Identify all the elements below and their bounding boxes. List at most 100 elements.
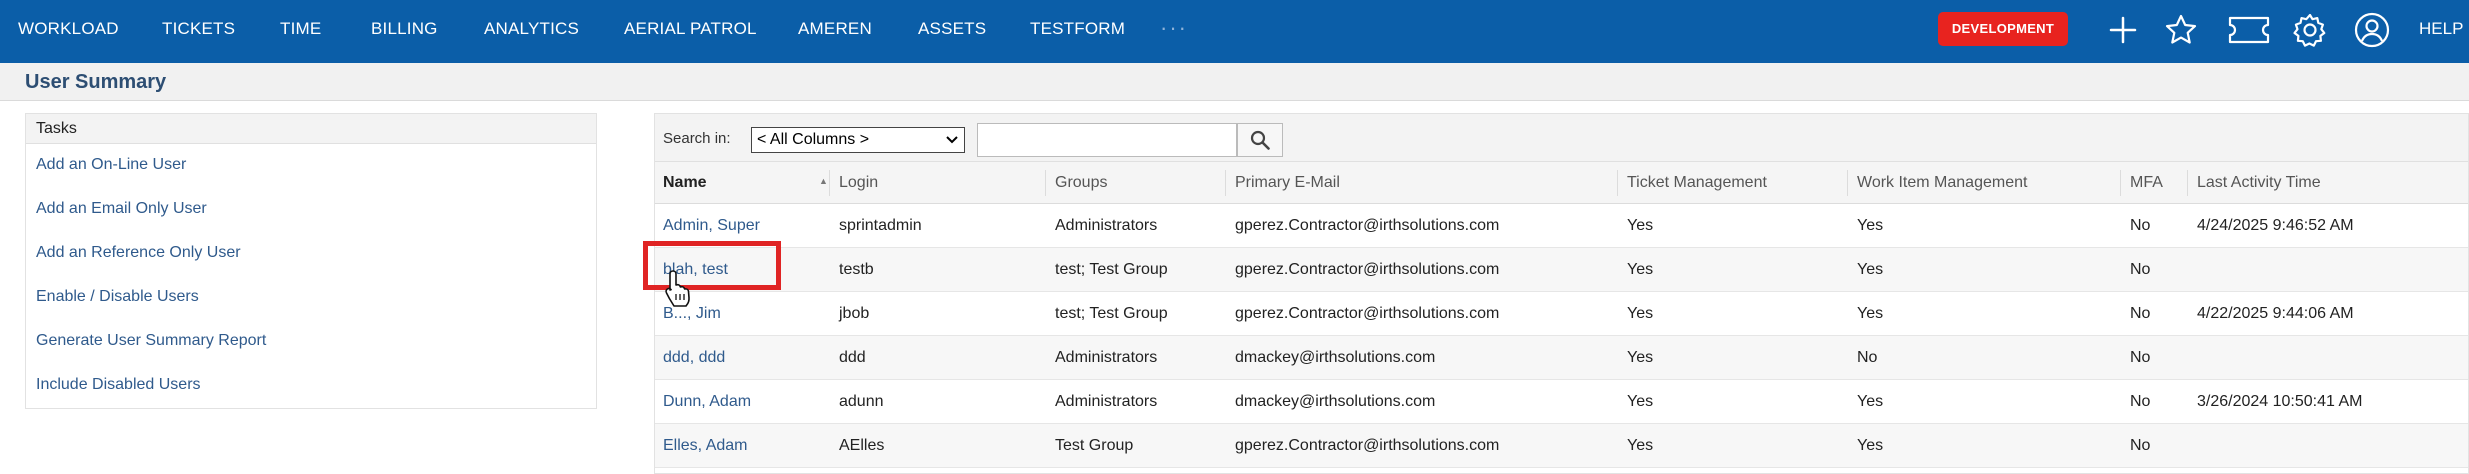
mfa-value: No [2130, 349, 2151, 366]
mfa-value: No [2130, 305, 2151, 322]
user-grid: Search in: < All Columns > Name ▲ Login … [654, 113, 2469, 474]
add-online-user-link[interactable]: Add an On-Line User [36, 156, 186, 174]
user-groups: Administrators [1055, 393, 1158, 410]
ticket-management-value: Yes [1627, 261, 1654, 278]
column-header-name[interactable]: Name [663, 162, 707, 204]
ticket-icon[interactable] [2225, 10, 2273, 50]
column-header-login[interactable]: Login [839, 162, 878, 204]
last-activity-time: 3/26/2024 10:50:41 AM [2197, 393, 2363, 410]
work-item-management-value: Yes [1857, 217, 1884, 234]
user-login: adunn [839, 393, 884, 410]
user-groups: test; Test Group [1055, 261, 1168, 278]
tasks-panel: Tasks Add an On-Line User Add an Email O… [25, 113, 597, 409]
hand-cursor-icon [665, 270, 690, 307]
enable-disable-users-link[interactable]: Enable / Disable Users [36, 288, 199, 306]
column-header-last-activity-time[interactable]: Last Activity Time [2197, 162, 2321, 204]
generate-user-summary-report-link[interactable]: Generate User Summary Report [36, 332, 266, 350]
sort-ascending-icon: ▲ [819, 176, 828, 186]
user-name-link[interactable]: Elles, Adam [663, 424, 747, 468]
mfa-value: No [2130, 261, 2151, 278]
work-item-management-value: Yes [1857, 393, 1884, 410]
include-disabled-users-link[interactable]: Include Disabled Users [36, 376, 201, 394]
top-nav-bar: WORKLOAD TICKETS TIME BILLING ANALYTICS … [0, 0, 2469, 63]
nav-workload[interactable]: WORKLOAD [18, 0, 119, 60]
star-icon[interactable] [2161, 10, 2201, 50]
tasks-heading: Tasks [26, 114, 596, 144]
column-divider [1045, 170, 1046, 196]
user-email: gperez.Contractor@irthsolutions.com [1235, 261, 1500, 278]
table-row[interactable]: Admin, Super sprintadmin Administrators … [655, 204, 2468, 248]
page-title: User Summary [25, 71, 167, 93]
user-login: testb [839, 261, 874, 278]
search-label: Search in: [663, 130, 731, 147]
user-login: AElles [839, 437, 885, 454]
add-reference-only-user-link[interactable]: Add an Reference Only User [36, 244, 241, 262]
nav-more-menu[interactable]: ··· [1160, 0, 1188, 60]
column-divider [1847, 170, 1848, 196]
nav-billing[interactable]: BILLING [371, 0, 438, 60]
search-column-select[interactable]: < All Columns > [751, 127, 965, 153]
user-email: gperez.Contractor@irthsolutions.com [1235, 437, 1500, 454]
nav-analytics[interactable]: ANALYTICS [484, 0, 579, 60]
ticket-management-value: Yes [1627, 217, 1654, 234]
user-groups: Administrators [1055, 217, 1158, 234]
last-activity-time: 4/24/2025 9:46:52 AM [2197, 217, 2354, 234]
user-login: ddd [839, 349, 866, 366]
user-groups: Test Group [1055, 437, 1134, 454]
column-header-work-item-management[interactable]: Work Item Management [1857, 162, 2027, 204]
table-row[interactable]: blah, test testb test; Test Group gperez… [655, 248, 2468, 292]
column-divider [2187, 170, 2188, 196]
user-name-link[interactable]: Dunn, Adam [663, 380, 751, 424]
nav-assets[interactable]: ASSETS [918, 0, 986, 60]
column-divider [1617, 170, 1618, 196]
chevron-down-icon [946, 136, 958, 144]
table-row[interactable]: Dunn, Adam adunn Administrators dmackey@… [655, 380, 2468, 424]
user-groups: Administrators [1055, 349, 1158, 366]
nav-time[interactable]: TIME [280, 0, 321, 60]
ticket-management-value: Yes [1627, 349, 1654, 366]
ticket-management-value: Yes [1627, 393, 1654, 410]
column-header-groups[interactable]: Groups [1055, 162, 1107, 204]
search-column-value: < All Columns > [757, 131, 870, 148]
search-button[interactable] [1237, 123, 1283, 157]
user-email: dmackey@irthsolutions.com [1235, 393, 1436, 410]
column-divider [2120, 170, 2121, 196]
user-email: gperez.Contractor@irthsolutions.com [1235, 305, 1500, 322]
table-header: Name ▲ Login Groups Primary E-Mail Ticke… [655, 162, 2468, 204]
user-name-link[interactable]: ddd, ddd [663, 336, 725, 380]
nav-tickets[interactable]: TICKETS [162, 0, 235, 60]
column-header-mfa[interactable]: MFA [2130, 162, 2163, 204]
mfa-value: No [2130, 393, 2151, 410]
plus-icon[interactable] [2103, 10, 2143, 50]
add-email-only-user-link[interactable]: Add an Email Only User [36, 200, 207, 218]
page-header: User Summary [0, 63, 2469, 101]
mfa-value: No [2130, 217, 2151, 234]
work-item-management-value: No [1857, 349, 1878, 366]
user-groups: test; Test Group [1055, 305, 1168, 322]
column-divider [1225, 170, 1226, 196]
nav-aerial-patrol[interactable]: AERIAL PATROL [624, 0, 757, 60]
table-row[interactable]: B..., Jim jbob test; Test Group gperez.C… [655, 292, 2468, 336]
help-link[interactable]: HELP [2419, 0, 2463, 60]
ticket-management-value: Yes [1627, 437, 1654, 454]
user-login: sprintadmin [839, 217, 922, 234]
column-header-ticket-management[interactable]: Ticket Management [1627, 162, 1767, 204]
ticket-management-value: Yes [1627, 305, 1654, 322]
work-item-management-value: Yes [1857, 305, 1884, 322]
search-icon [1250, 130, 1270, 150]
user-email: dmackey@irthsolutions.com [1235, 349, 1436, 366]
nav-testform[interactable]: TESTFORM [1030, 0, 1125, 60]
search-bar: Search in: < All Columns > [655, 114, 2468, 162]
user-email: gperez.Contractor@irthsolutions.com [1235, 217, 1500, 234]
table-row[interactable]: ddd, ddd ddd Administrators dmackey@irth… [655, 336, 2468, 380]
nav-ameren[interactable]: AMEREN [798, 0, 872, 60]
environment-badge: DEVELOPMENT [1938, 12, 2068, 46]
table-row[interactable]: Elles, Adam AElles Test Group gperez.Con… [655, 424, 2468, 468]
user-icon[interactable] [2352, 10, 2392, 50]
last-activity-time: 4/22/2025 9:44:06 AM [2197, 305, 2354, 322]
gear-icon[interactable] [2290, 10, 2330, 50]
work-item-management-value: Yes [1857, 261, 1884, 278]
search-input[interactable] [977, 123, 1237, 157]
column-header-primary-email[interactable]: Primary E-Mail [1235, 162, 1340, 204]
mfa-value: No [2130, 437, 2151, 454]
